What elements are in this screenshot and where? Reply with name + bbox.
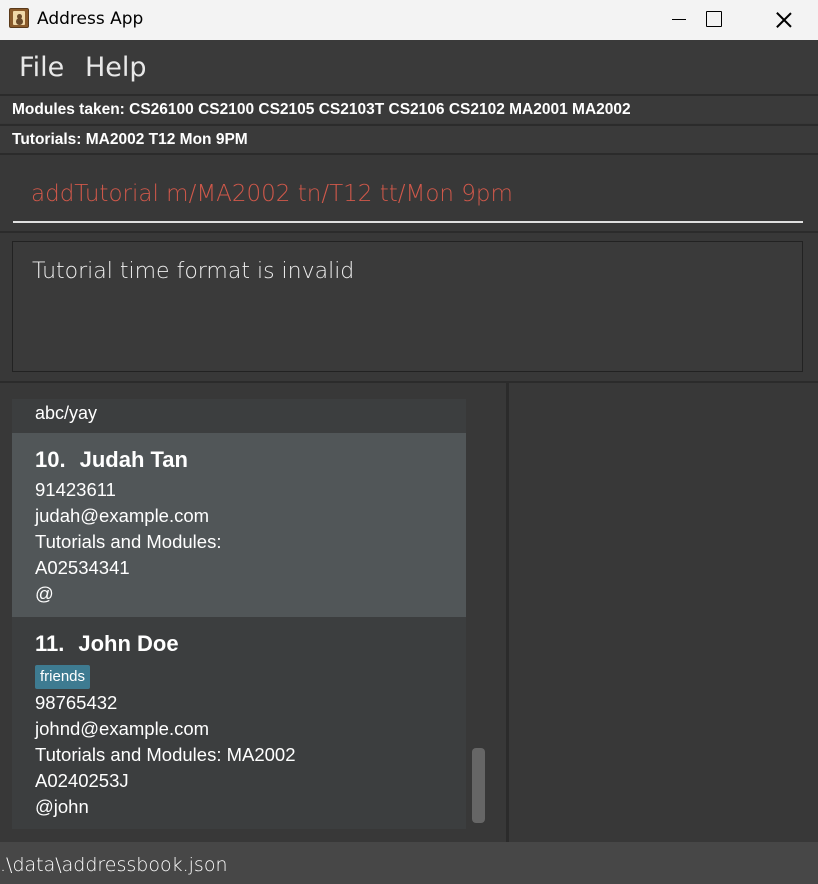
card-email: judah@example.com: [35, 505, 210, 526]
card-telegram: @: [35, 583, 54, 604]
card-email: johnd@example.com: [35, 718, 210, 739]
detail-panel: [506, 381, 818, 842]
card-student-id: A02534341: [35, 557, 130, 578]
status-bar: .\data\addressbook.json: [0, 842, 818, 884]
card-name: Judah Tan: [79, 447, 188, 472]
card-student-id: A0240253J: [35, 770, 129, 791]
command-box: addTutorial m/MA2002 tn/T12 tt/Mon 9pm: [0, 153, 818, 231]
card-header: 11. John Doe: [35, 631, 466, 661]
card-header: 10. Judah Tan: [35, 447, 466, 477]
list-scrollbar[interactable]: [472, 748, 485, 823]
person-card[interactable]: 11. John Doe friends 98765432 johnd@examp…: [12, 617, 466, 829]
tutorials-bar: Tutorials: MA2002 T12 Mon 9PM: [0, 124, 818, 153]
card-phone: 91423611: [35, 479, 116, 500]
close-button[interactable]: [760, 0, 806, 40]
person-list-panel: abc/yay 10. Judah Tan 91423611 judah@exam…: [0, 381, 506, 842]
list-item[interactable]: abc/yay: [12, 399, 466, 433]
card-phone: 98765432: [35, 692, 118, 713]
tag-badge: friends: [35, 665, 91, 689]
card-tutorials: Tutorials and Modules:: [35, 531, 222, 552]
window-title: Address App: [37, 9, 144, 29]
menu-help[interactable]: Help: [85, 52, 147, 83]
card-partial-text: abc/yay: [35, 403, 98, 423]
menu-file[interactable]: File: [19, 52, 64, 83]
menu-bar: File Help: [0, 40, 818, 94]
address-book-icon: [9, 8, 29, 28]
card-name: John Doe: [78, 631, 179, 656]
modules-taken-bar: Modules taken: CS26100 CS2100 CS2105 CS2…: [0, 94, 818, 123]
card-telegram: @john: [35, 796, 89, 817]
person-list[interactable]: abc/yay 10. Judah Tan 91423611 judah@exam…: [12, 399, 466, 829]
result-display: Tutorial time format is invalid: [12, 241, 803, 372]
command-input[interactable]: addTutorial m/MA2002 tn/T12 tt/Mon 9pm: [13, 163, 803, 223]
title-bar: Address App: [0, 0, 818, 40]
maximize-button[interactable]: [690, 0, 736, 40]
card-tutorials: Tutorials and Modules: MA2002: [35, 744, 296, 765]
person-card[interactable]: 10. Judah Tan 91423611 judah@example.com …: [12, 433, 466, 617]
card-index: 10.: [35, 447, 66, 472]
result-display-area: Tutorial time format is invalid: [0, 231, 818, 381]
card-index: 11.: [35, 631, 65, 656]
